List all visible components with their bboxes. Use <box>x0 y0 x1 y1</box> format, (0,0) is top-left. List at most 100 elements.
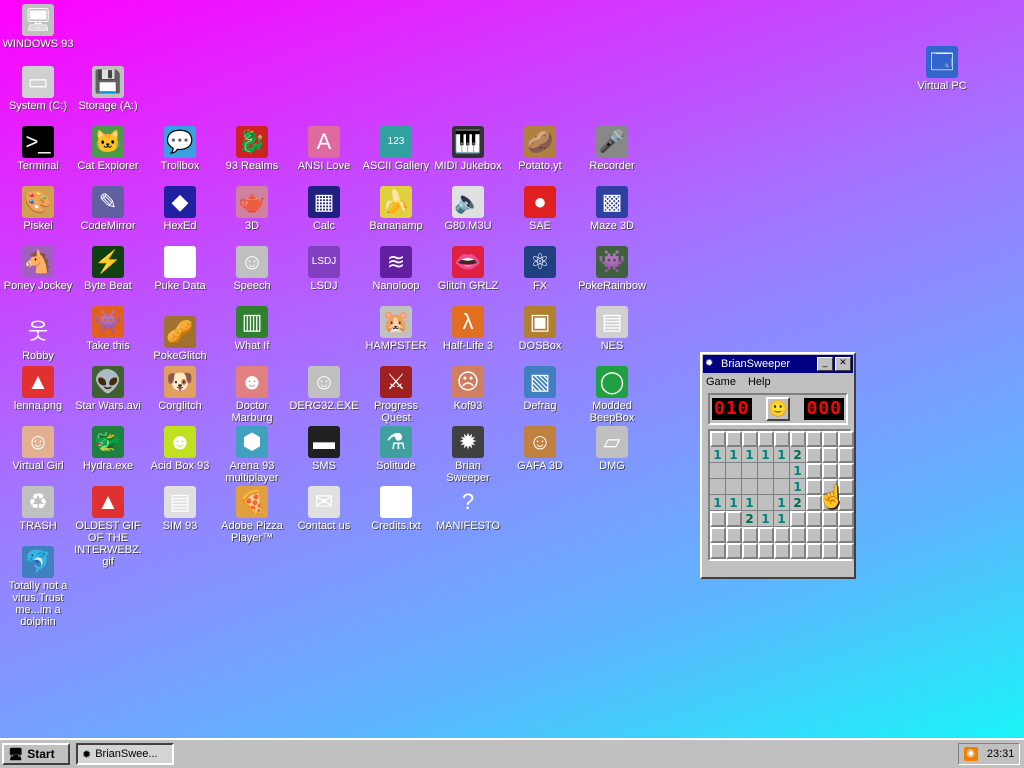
desktop-icon-sae[interactable]: ● SAE <box>504 186 576 232</box>
mine-cell[interactable] <box>726 463 742 479</box>
mine-cell[interactable] <box>806 463 822 479</box>
start-button[interactable]: 🖥 Start <box>2 743 70 765</box>
desktop-icon-dmg[interactable]: ▱ DMG <box>576 426 648 472</box>
mine-cell[interactable] <box>806 511 822 527</box>
desktop-icon-lenna-png[interactable]: ▲ lenna.png <box>2 366 74 412</box>
desktop-icon-manifesto[interactable]: ? MANIFESTO <box>432 486 504 532</box>
mine-cell[interactable] <box>758 495 774 511</box>
mine-cell[interactable]: 1 <box>710 447 726 463</box>
rss-feed-icon[interactable]: ◉ <box>963 747 978 761</box>
mine-cell[interactable] <box>838 511 854 527</box>
desktop-icon-kof93[interactable]: ☹ Kof93 <box>432 366 504 412</box>
desktop-icon-acid-box-93[interactable]: ☻ Acid Box 93 <box>144 426 216 472</box>
mine-cell[interactable]: 1 <box>726 447 742 463</box>
mine-cell[interactable] <box>822 543 838 559</box>
desktop-icon-credits-txt[interactable]: ≡ Credits.txt <box>360 486 432 532</box>
desktop-icon-byte-beat[interactable]: ⚡ Byte Beat <box>72 246 144 292</box>
desktop-icon-lsdj[interactable]: LSDJ LSDJ <box>288 246 360 292</box>
mine-cell[interactable] <box>822 447 838 463</box>
desktop-icon-virtual-pc[interactable]: 🗔 Virtual PC <box>906 46 978 92</box>
mine-cell[interactable] <box>838 463 854 479</box>
mine-cell[interactable] <box>758 479 774 495</box>
mine-cell[interactable]: 1 <box>790 463 806 479</box>
mine-cell[interactable] <box>822 463 838 479</box>
briansweeper-window[interactable]: ✹ BrianSweeper _ ✕ Game Help 010 🙂 000 1… <box>700 352 856 579</box>
mine-cell[interactable] <box>710 527 726 543</box>
mine-cell[interactable]: 2 <box>742 511 758 527</box>
desktop-icon-3d[interactable]: 🫖 3D <box>216 186 288 232</box>
mine-cell[interactable]: 1 <box>774 511 790 527</box>
desktop-icon-robby[interactable]: 웃 Robby <box>2 316 74 362</box>
desktop-icon-modded-beepbox[interactable]: ◯ Modded BeepBox <box>576 366 648 424</box>
mine-cell[interactable] <box>806 527 822 543</box>
mine-cell[interactable] <box>774 479 790 495</box>
mine-cell[interactable] <box>758 543 774 559</box>
desktop-icon-gafa-3d[interactable]: ☺ GAFA 3D <box>504 426 576 472</box>
mine-cell[interactable] <box>726 479 742 495</box>
mine-cell[interactable]: 1 <box>790 479 806 495</box>
desktop-icon-sms[interactable]: ▬ SMS <box>288 426 360 472</box>
desktop-icon-virtual-girl[interactable]: ☺ Virtual Girl <box>2 426 74 472</box>
desktop-icon-adobe-pizza-player[interactable]: 🍕 Adobe Pizza Player™ <box>216 486 288 544</box>
desktop-icon-puke-data[interactable]: Pd Puke Data <box>144 246 216 292</box>
menu-game[interactable]: Game <box>706 376 736 388</box>
desktop-icon-oldest-gif-of-the-interwebz-gif[interactable]: ▲ OLDEST GIF OF THE INTERWEBZ.gif <box>72 486 144 568</box>
mine-cell[interactable] <box>790 527 806 543</box>
mine-cell[interactable] <box>742 543 758 559</box>
mine-cell[interactable] <box>838 431 854 447</box>
mine-cell[interactable]: 1 <box>742 447 758 463</box>
mine-cell[interactable] <box>806 447 822 463</box>
mine-cell[interactable] <box>790 543 806 559</box>
mine-cell[interactable] <box>726 527 742 543</box>
desktop-icon-hydra-exe[interactable]: 🐲 Hydra.exe <box>72 426 144 472</box>
mine-cell[interactable] <box>790 431 806 447</box>
desktop-icon-hampster[interactable]: 🐹 HAMPSTER <box>360 306 432 352</box>
mine-cell[interactable] <box>822 527 838 543</box>
mine-cell[interactable] <box>774 463 790 479</box>
desktop-icon-cat-explorer[interactable]: 🐱 Cat Explorer <box>72 126 144 172</box>
desktop-icon-ansi-love[interactable]: A ANSI Love <box>288 126 360 172</box>
mine-cell[interactable]: 1 <box>726 495 742 511</box>
desktop-icon-dosbox[interactable]: ▣ DOSBox <box>504 306 576 352</box>
desktop-icon-pokerainbow[interactable]: 👾 PokeRainbow <box>576 246 648 292</box>
desktop-icon-storage-a[interactable]: 💾 Storage (A:) <box>72 66 144 112</box>
desktop-icon-recorder[interactable]: 🎤 Recorder <box>576 126 648 172</box>
desktop-icon-solitude[interactable]: ⚗ Solitude <box>360 426 432 472</box>
desktop-icon-arena-93-multiplayer[interactable]: ⬢ Arena 93 multiplayer <box>216 426 288 484</box>
mine-cell[interactable] <box>838 447 854 463</box>
mine-cell[interactable] <box>774 527 790 543</box>
mine-cell[interactable] <box>838 527 854 543</box>
mine-cell[interactable]: 1 <box>774 447 790 463</box>
title-bar[interactable]: ✹ BrianSweeper _ ✕ <box>703 355 853 373</box>
desktop-icon-progress-quest[interactable]: ⚔ Progress Quest <box>360 366 432 424</box>
mine-cell[interactable] <box>790 511 806 527</box>
mine-cell[interactable]: 1 <box>758 511 774 527</box>
smiley-reset-button[interactable]: 🙂 <box>766 397 790 421</box>
desktop-icon-nes[interactable]: ▤ NES <box>576 306 648 352</box>
desktop-icon-nanoloop[interactable]: ≋ Nanoloop <box>360 246 432 292</box>
mine-cell[interactable]: 1 <box>758 447 774 463</box>
mine-cell[interactable] <box>710 511 726 527</box>
mine-cell[interactable] <box>742 431 758 447</box>
desktop-icon-potato-yt[interactable]: 🥔 Potato.yt <box>504 126 576 172</box>
desktop-icon-speech[interactable]: ☺ Speech <box>216 246 288 292</box>
mine-cell[interactable] <box>758 463 774 479</box>
desktop-icon-derg32-exe[interactable]: ☺ DERG32.EXE <box>288 366 360 412</box>
desktop-icon-trash[interactable]: ♻ TRASH <box>2 486 74 532</box>
mine-cell[interactable]: 1 <box>742 495 758 511</box>
mine-cell[interactable] <box>710 463 726 479</box>
desktop-icon-system-c[interactable]: ▭ System (C:) <box>2 66 74 112</box>
desktop-icon-bananamp[interactable]: 🍌 Bananamp <box>360 186 432 232</box>
desktop-icon-take-this[interactable]: 👾 Take this <box>72 306 144 352</box>
mine-cell[interactable] <box>822 511 838 527</box>
desktop-icon-pokeglitch[interactable]: 🥜 PokeGlitch <box>144 316 216 362</box>
desktop-icon-brian-sweeper[interactable]: ✹ Brian Sweeper <box>432 426 504 484</box>
desktop-icon-poney-jockey[interactable]: 🐴 Poney Jockey <box>2 246 74 292</box>
desktop-icon-fx[interactable]: ⚛ FX <box>504 246 576 292</box>
mine-cell[interactable] <box>838 543 854 559</box>
minimize-button[interactable]: _ <box>817 357 833 371</box>
desktop-icon-maze-3d[interactable]: ▩ Maze 3D <box>576 186 648 232</box>
desktop-icon-codemirror[interactable]: ✎ CodeMirror <box>72 186 144 232</box>
desktop-icon-sim-93[interactable]: ▤ SIM 93 <box>144 486 216 532</box>
desktop-icon-hexed[interactable]: ◆ HexEd <box>144 186 216 232</box>
